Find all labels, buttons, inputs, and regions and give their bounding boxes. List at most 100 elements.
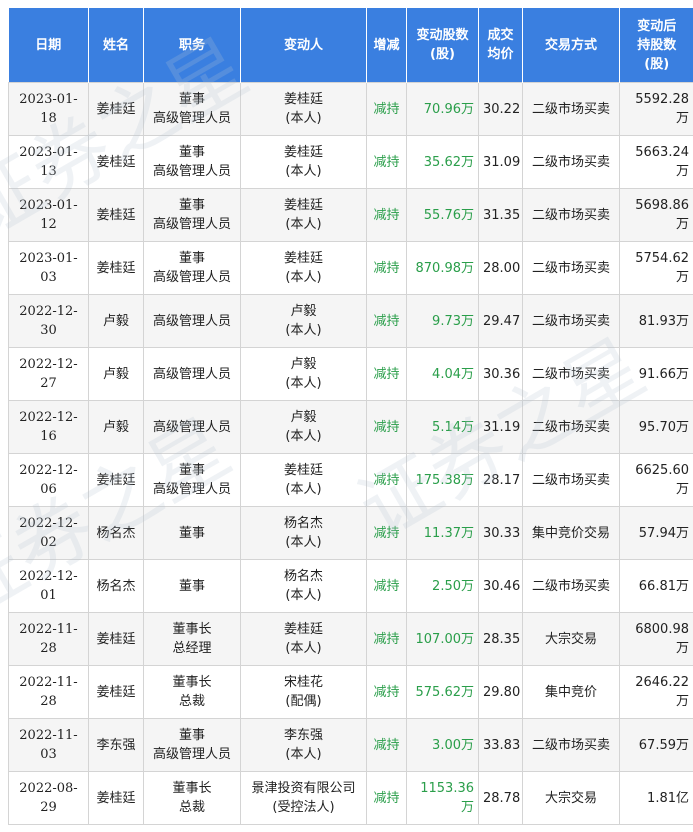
header-shares-line2: (股) (430, 47, 455, 62)
cell-method: 集中竞价交易 (522, 506, 620, 560)
cell-changer-line2: (本人) (285, 747, 322, 762)
cell-shares: 575.62万 (406, 665, 479, 719)
cell-name: 杨名杰 (88, 506, 144, 560)
cell-shares: 870.98万 (406, 241, 479, 295)
cell-changer: 宋桂花 (配偶) (240, 665, 367, 719)
cell-direction: 减持 (366, 506, 407, 560)
cell-changer-line2: (本人) (285, 270, 322, 285)
cell-changer-line1: 景津投资有限公司 (251, 781, 356, 796)
cell-shares: 9.73万 (406, 294, 479, 348)
cell-direction: 减持 (366, 294, 407, 348)
cell-name: 姜桂廷 (88, 241, 144, 295)
cell-method: 二级市场买卖 (522, 294, 620, 348)
cell-changer: 姜桂廷 (本人) (240, 241, 367, 295)
header-name: 姓名 (88, 8, 144, 83)
cell-name: 姜桂廷 (88, 135, 144, 189)
cell-name: 李东强 (88, 718, 144, 772)
header-date: 日期 (8, 8, 89, 83)
cell-position-line2: 总经理 (172, 641, 212, 656)
cell-position-line1: 董事 (178, 145, 205, 160)
table-body: 2023-01-18 姜桂廷 董事 高级管理人员 姜桂廷 (本人) 减持 70.96万 30.2… (8, 82, 693, 825)
cell-shares: 11.37万 (406, 506, 479, 560)
cell-date: 2022-12-06 (8, 453, 89, 507)
header-changer: 变动人 (240, 8, 367, 83)
cell-date: 2022-12-16 (8, 400, 89, 454)
cell-direction: 减持 (366, 718, 407, 772)
cell-method: 大宗交易 (522, 612, 620, 666)
cell-shares: 35.62万 (406, 135, 479, 189)
cell-date: 2022-12-27 (8, 347, 89, 401)
table-row: 2023-01-03 姜桂廷 董事 高级管理人员 姜桂廷 (本人) 减持 870.98万 28.… (8, 241, 693, 295)
header-price-line2: 均价 (487, 47, 514, 62)
cell-direction: 减持 (366, 453, 407, 507)
table-row: 2022-12-16 卢毅 高级管理人员 卢毅 (本人) 减持 5.14万 31.19 二级市场… (8, 400, 693, 454)
cell-date: 2022-12-02 (8, 506, 89, 560)
cell-price: 30.33 (478, 506, 523, 560)
cell-after: 5592.28万 (619, 82, 693, 136)
cell-changer-line2: (受控法人) (272, 800, 335, 815)
cell-price: 28.17 (478, 453, 523, 507)
cell-position-line1: 董事 (178, 525, 205, 541)
cell-changer-line1: 杨名杰 (283, 569, 323, 584)
cell-method: 二级市场买卖 (522, 559, 620, 613)
cell-position-line1: 董事长 (172, 622, 212, 637)
cell-name: 卢毅 (88, 294, 144, 348)
table-row: 2022-08-29 姜桂廷 董事长 总裁 景津投资有限公司 (受控法人) 减持 1153.3… (8, 771, 693, 825)
cell-changer: 杨名杰 (本人) (240, 559, 367, 613)
cell-after: 66.81万 (619, 559, 693, 613)
cell-direction: 减持 (366, 241, 407, 295)
cell-position: 董事长 总经理 (143, 612, 241, 666)
cell-name: 姜桂廷 (88, 188, 144, 242)
header-after-line2: 持股数 (637, 37, 677, 53)
cell-changer-line2: (本人) (285, 164, 322, 179)
cell-date: 2023-01-12 (8, 188, 89, 242)
cell-position: 董事 (143, 559, 241, 613)
cell-date: 2022-11-28 (8, 665, 89, 719)
cell-changer-line2: (本人) (285, 588, 322, 603)
cell-changer-line1: 卢毅 (290, 410, 317, 425)
cell-date: 2022-12-01 (8, 559, 89, 613)
cell-date: 2022-11-28 (8, 612, 89, 666)
cell-changer-line1: 卢毅 (290, 304, 317, 319)
cell-changer: 杨名杰 (本人) (240, 506, 367, 560)
cell-direction: 减持 (366, 771, 407, 825)
cell-changer-line1: 李东强 (283, 728, 323, 743)
cell-price: 33.83 (478, 718, 523, 772)
header-method: 交易方式 (522, 8, 620, 83)
table-row: 2022-11-28 姜桂廷 董事长 总经理 姜桂廷 (本人) 减持 107.00万 28.35… (8, 612, 693, 666)
cell-method: 二级市场买卖 (522, 188, 620, 242)
cell-shares: 107.00万 (406, 612, 479, 666)
cell-position: 董事 高级管理人员 (143, 188, 241, 242)
cell-position-line1: 高级管理人员 (152, 366, 231, 382)
cell-position: 董事 高级管理人员 (143, 453, 241, 507)
cell-position-line1: 高级管理人员 (152, 313, 231, 329)
cell-direction: 减持 (366, 188, 407, 242)
cell-position: 高级管理人员 (143, 400, 241, 454)
cell-after: 95.70万 (619, 400, 693, 454)
cell-date: 2022-11-03 (8, 718, 89, 772)
cell-price: 31.35 (478, 188, 523, 242)
cell-shares: 175.38万 (406, 453, 479, 507)
cell-position: 高级管理人员 (143, 294, 241, 348)
cell-direction: 减持 (366, 612, 407, 666)
cell-changer-line2: (配偶) (285, 694, 322, 709)
cell-position: 高级管理人员 (143, 347, 241, 401)
cell-after: 5698.86万 (619, 188, 693, 242)
cell-changer-line1: 姜桂廷 (283, 92, 323, 107)
cell-changer-line1: 卢毅 (290, 357, 317, 372)
header-shares: 变动股数 (股) (406, 8, 479, 83)
header-shares-line1: 变动股数 (416, 28, 469, 43)
cell-price: 30.36 (478, 347, 523, 401)
header-price: 成交 均价 (478, 8, 523, 83)
cell-date: 2023-01-13 (8, 135, 89, 189)
cell-direction: 减持 (366, 400, 407, 454)
cell-position-line2: 高级管理人员 (152, 111, 231, 126)
table-row: 2022-12-06 姜桂廷 董事 高级管理人员 姜桂廷 (本人) 减持 175.38万 28.… (8, 453, 693, 507)
cell-name: 姜桂廷 (88, 82, 144, 136)
cell-position-line1: 董事 (178, 92, 205, 107)
cell-changer-line2: (本人) (285, 111, 322, 126)
cell-after: 6625.60万 (619, 453, 693, 507)
cell-date: 2023-01-03 (8, 241, 89, 295)
cell-price: 31.09 (478, 135, 523, 189)
cell-changer-line1: 姜桂廷 (283, 463, 323, 478)
